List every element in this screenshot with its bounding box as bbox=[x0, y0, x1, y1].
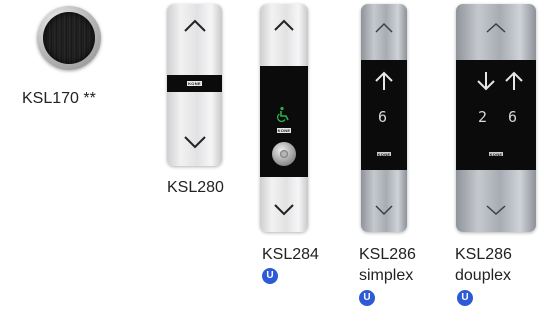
product-variant-simplex: simplex bbox=[359, 267, 414, 284]
kone-logo: KONE bbox=[187, 81, 202, 86]
ksl286-douplex-panel-image: 2 6 KONE bbox=[456, 4, 536, 232]
ksl286-simplex-panel-image: 6 KONE bbox=[361, 4, 407, 232]
u-badge: U bbox=[262, 268, 278, 284]
round-button-face bbox=[43, 12, 95, 64]
chevron-down-icon bbox=[486, 205, 506, 216]
arrow-up-icon bbox=[505, 71, 523, 90]
kone-logo: KONE bbox=[489, 152, 503, 157]
chevron-down-icon bbox=[274, 204, 294, 216]
arrow-up-icon bbox=[375, 71, 393, 90]
chevron-up-icon bbox=[486, 22, 506, 33]
product-label-ksl286-simplex: KSL286 bbox=[359, 246, 416, 263]
chevron-up-icon bbox=[375, 22, 393, 33]
u-badge: U bbox=[457, 290, 473, 306]
accessibility-icon bbox=[277, 106, 289, 122]
keyswitch-icon bbox=[272, 142, 296, 166]
u-badge: U bbox=[359, 290, 375, 306]
chevron-up-icon bbox=[183, 19, 206, 32]
chevron-down-icon bbox=[183, 136, 206, 149]
ksl280-panel-image: KONE bbox=[167, 4, 222, 166]
kone-logo: KONE bbox=[377, 152, 391, 157]
kone-logo: KONE bbox=[277, 128, 291, 133]
product-label-ksl286-douplex: KSL286 bbox=[455, 246, 512, 263]
product-label-ksl170: KSL170 ** bbox=[22, 90, 96, 107]
chevron-up-icon bbox=[274, 19, 294, 31]
ksl284-panel-image: KONE bbox=[260, 4, 308, 232]
floor-indicator: 6 bbox=[378, 108, 388, 126]
floor-indicator-left: 2 bbox=[478, 108, 488, 126]
arrow-down-icon bbox=[477, 72, 495, 91]
product-label-ksl284: KSL284 bbox=[262, 246, 319, 263]
product-label-ksl280: KSL280 bbox=[167, 179, 224, 196]
floor-indicator-right: 6 bbox=[508, 108, 518, 126]
product-variant-douplex: douplex bbox=[455, 267, 512, 284]
chevron-down-icon bbox=[375, 205, 393, 216]
round-call-button-image bbox=[37, 6, 101, 70]
